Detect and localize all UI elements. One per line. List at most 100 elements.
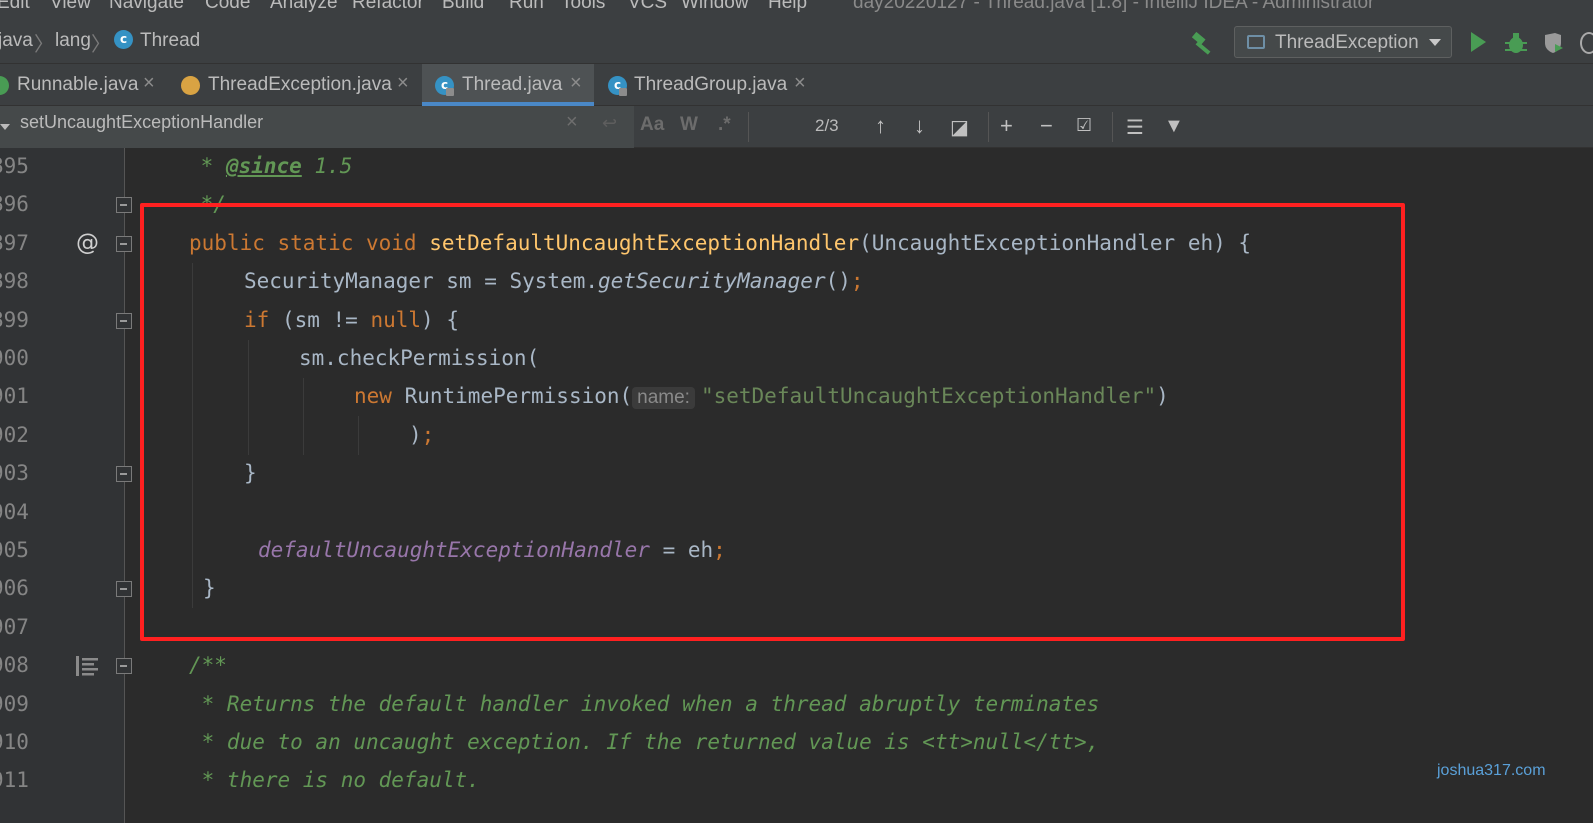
line-number: 905: [0, 538, 29, 562]
arrow-up-icon[interactable]: ↑: [875, 113, 886, 139]
arrow-down-icon[interactable]: ↓: [914, 113, 925, 139]
match-case-toggle[interactable]: Aa: [640, 114, 664, 136]
line-number: 907: [0, 615, 29, 639]
application-icon: [1247, 35, 1265, 49]
documentation-icon[interactable]: [76, 656, 98, 676]
fold-marker-icon[interactable]: [116, 197, 132, 213]
tab-threadexception[interactable]: ThreadException.java ×: [168, 64, 422, 106]
code-line-910: * due to an uncaught exception. If the r…: [189, 730, 1100, 754]
filter-icon[interactable]: ▼: [1164, 115, 1184, 138]
line-number: 906: [0, 576, 29, 600]
menu-analyze[interactable]: Analyze: [270, 0, 338, 14]
select-all-occurrences-icon[interactable]: ☑: [1076, 115, 1092, 136]
lock-icon: [446, 88, 454, 96]
line-number: 911: [0, 768, 29, 792]
multiline-icon[interactable]: ☰: [1126, 115, 1144, 140]
fold-marker-icon[interactable]: [116, 236, 132, 252]
line-number: 908: [0, 653, 29, 677]
search-input[interactable]: setUncaughtExceptionHandler × ↩: [0, 106, 634, 148]
chevron-down-icon: [1429, 39, 1441, 46]
regex-toggle[interactable]: .*: [718, 114, 731, 136]
chevron-right-icon: 〉: [34, 34, 54, 56]
new-line-icon[interactable]: ↩: [602, 113, 617, 134]
divider: [988, 112, 989, 142]
line-number: 900: [0, 346, 29, 370]
coverage-shield-icon[interactable]: [1543, 32, 1565, 54]
menu-edit[interactable]: Edit: [0, 0, 30, 14]
code-editor[interactable]: 895 896 897 898 899 900 901 902 903 904 …: [0, 148, 1593, 823]
search-query: setUncaughtExceptionHandler: [20, 112, 264, 132]
tab-label: ThreadGroup.java: [634, 74, 788, 95]
line-number: 903: [0, 461, 29, 485]
line-number: 909: [0, 692, 29, 716]
profile-icon[interactable]: [1580, 32, 1593, 54]
menu-help[interactable]: Help: [768, 0, 807, 14]
line-number: 901: [0, 384, 29, 408]
interface-icon: [0, 76, 9, 95]
class-icon: c: [114, 30, 133, 49]
tab-label: Runnable.java: [17, 74, 139, 95]
menu-bar: Edit View Navigate Code Analyze Refactor…: [0, 0, 1593, 20]
divider: [748, 112, 749, 142]
close-icon[interactable]: ×: [397, 72, 409, 95]
divider: [1112, 112, 1113, 142]
code-line-908: /**: [189, 653, 227, 677]
tab-runnable[interactable]: Runnable.java ×: [0, 64, 168, 106]
tab-thread[interactable]: c Thread.java ×: [422, 64, 594, 106]
fold-marker-icon[interactable]: [116, 313, 132, 329]
menu-view[interactable]: View: [50, 0, 91, 14]
tab-label: Thread.java: [462, 74, 563, 95]
menu-vcs[interactable]: VCS: [628, 0, 667, 14]
close-icon[interactable]: ×: [570, 72, 582, 95]
code-line-909: * Returns the default handler invoked wh…: [189, 692, 1100, 716]
menu-build[interactable]: Build: [442, 0, 484, 14]
line-number: 902: [0, 423, 29, 447]
run-configuration-select[interactable]: ThreadException: [1234, 26, 1452, 58]
line-number: 899: [0, 308, 29, 332]
match-count: 2/3: [815, 116, 839, 135]
override-at-icon[interactable]: @: [76, 230, 99, 256]
filter-window-icon[interactable]: ◪: [950, 115, 969, 140]
build-hammer-icon[interactable]: [1190, 30, 1216, 56]
run-button[interactable]: [1471, 32, 1486, 52]
menu-refactor[interactable]: Refactor: [352, 0, 424, 14]
chevron-right-icon: 〉: [91, 34, 111, 56]
code-line-911: * there is no default.: [189, 768, 480, 792]
menu-navigate[interactable]: Navigate: [109, 0, 184, 14]
menu-tools[interactable]: Tools: [561, 0, 605, 14]
tab-threadgroup[interactable]: c ThreadGroup.java ×: [594, 64, 820, 106]
line-number: 896: [0, 192, 29, 216]
fold-marker-icon[interactable]: [116, 466, 132, 482]
editor-tab-bar: Runnable.java × ThreadException.java × c…: [0, 64, 1593, 106]
run-configuration-label: ThreadException: [1275, 32, 1419, 53]
breadcrumb-lang[interactable]: lang: [55, 30, 91, 52]
breadcrumb-java[interactable]: java: [0, 30, 33, 52]
clear-icon[interactable]: ×: [566, 111, 578, 134]
window-title: day20220127 - Thread.java [1.8] - Intell…: [853, 0, 1375, 13]
fold-marker-icon[interactable]: [116, 581, 132, 597]
find-bar: setUncaughtExceptionHandler × ↩ Aa W .* …: [0, 106, 1593, 148]
breadcrumb-thread[interactable]: Thread: [140, 30, 200, 52]
code-line-895: * @since 1.5: [188, 154, 353, 178]
remove-occurrence-icon[interactable]: −: [1040, 113, 1053, 139]
menu-window[interactable]: Window: [681, 0, 749, 14]
tab-label: ThreadException.java: [208, 74, 392, 95]
search-history-icon[interactable]: [0, 124, 10, 130]
close-icon[interactable]: ×: [143, 72, 155, 95]
menu-code[interactable]: Code: [205, 0, 250, 14]
class-file-icon: [181, 76, 200, 95]
watermark: joshua317.com: [1437, 762, 1546, 779]
line-number: 898: [0, 269, 29, 293]
add-occurrence-icon[interactable]: +: [1000, 113, 1013, 139]
line-number: 895: [0, 154, 29, 178]
line-number: 904: [0, 500, 29, 524]
menu-run[interactable]: Run: [509, 0, 544, 14]
highlight-annotation-box: [140, 203, 1405, 641]
line-number: 897: [0, 231, 29, 255]
line-number: 910: [0, 730, 29, 754]
lock-icon: [619, 88, 627, 96]
debug-bug-icon[interactable]: [1505, 31, 1527, 55]
words-toggle[interactable]: W: [680, 114, 698, 136]
fold-marker-icon[interactable]: [116, 658, 132, 674]
close-icon[interactable]: ×: [794, 72, 806, 95]
